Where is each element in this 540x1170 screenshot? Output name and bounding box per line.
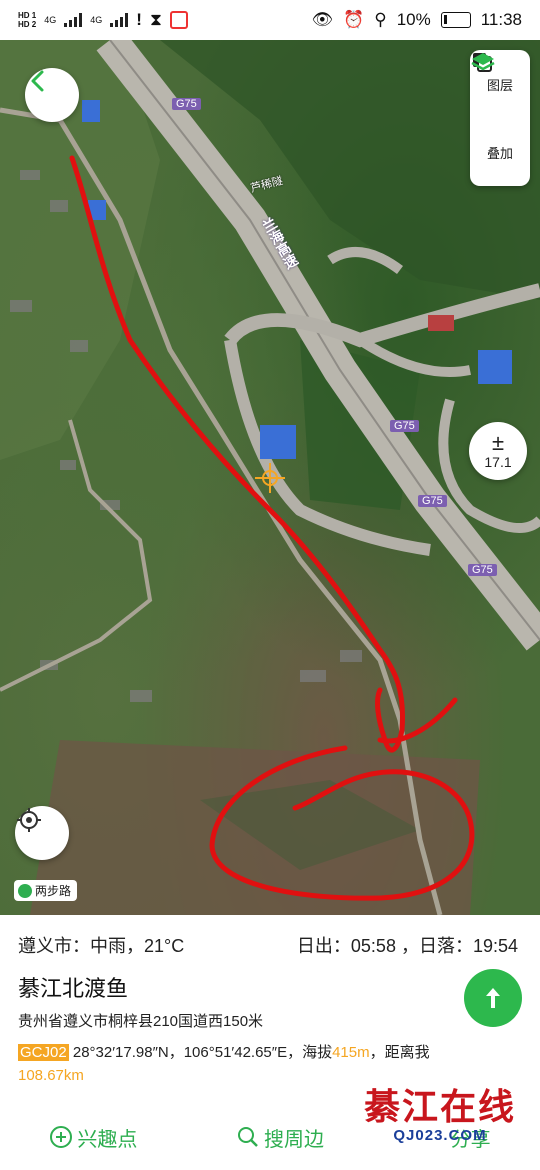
distance-prefix: ，距离我 — [369, 1044, 430, 1061]
status-bar: HD 1 HD 2 4G 4G ! ⧗ 👁 ⏰ ⚲ 10% 11:38 — [0, 0, 540, 40]
battery-icon — [440, 12, 471, 28]
layer-panel: 图层 叠加 — [470, 50, 530, 186]
locate-button[interactable] — [15, 806, 69, 860]
clock: 11:38 — [480, 10, 522, 29]
net2-label: 4G — [90, 15, 103, 25]
place-address: 贵州省遵义市桐梓县210国道西150米 — [18, 1013, 264, 1030]
sunrise-sunset-text: 日出：05:58 ，日落：19:54 — [296, 936, 518, 956]
place-title: 綦江北渡鱼 — [18, 976, 129, 1001]
signal-icon-2 — [110, 13, 129, 27]
zoom-button[interactable]: ± 17.1 — [469, 422, 527, 480]
plus-minus-icon: ± — [491, 430, 505, 455]
chevron-left-icon — [31, 70, 44, 92]
info-panel: 遵义市：中雨，21°C 日出：05:58 ，日落：19:54 綦江北渡鱼 贵州省… — [0, 915, 540, 1170]
watermark-url: QJ023.COM — [393, 1127, 487, 1144]
coordinates-text: 28°32′17.98″N，106°51′42.65″E，海拔 — [68, 1044, 333, 1061]
road-label-g75: G75 — [468, 564, 497, 576]
coord-system-badge: GCJ02 — [18, 1044, 69, 1061]
signal-icon — [64, 13, 83, 27]
location-icon: ⚲ — [374, 10, 387, 29]
overlay-label: 叠加 — [486, 145, 513, 161]
hd1-label: HD 1 — [18, 11, 37, 20]
hd-indicator: HD 1 HD 2 — [18, 11, 36, 29]
map-imagery — [0, 40, 540, 915]
overlay-button[interactable]: 叠加 — [471, 53, 513, 186]
battery-percent: 10% — [396, 10, 431, 29]
walk-logo-icon — [18, 883, 32, 898]
navigate-button[interactable] — [464, 969, 522, 1027]
hourglass-icon: ⧗ — [149, 10, 162, 29]
road-label-g75: G75 — [172, 98, 201, 110]
road-label-g75: G75 — [390, 420, 419, 432]
zoom-level: 17.1 — [484, 454, 512, 470]
stack-icon — [471, 53, 495, 71]
alert-icon: ! — [136, 10, 142, 29]
search-icon — [237, 1127, 258, 1147]
back-button[interactable] — [25, 68, 79, 122]
navigate-arrow-icon — [486, 988, 500, 1008]
poi-button[interactable]: 兴趣点 — [49, 1117, 137, 1157]
poi-label: 兴趣点 — [77, 1128, 138, 1151]
altitude-value: 415m — [332, 1044, 370, 1061]
app-notification-icon — [169, 11, 188, 29]
watermark-title: 綦江在线 — [363, 1086, 516, 1127]
eye-icon: 👁 — [311, 10, 334, 29]
search-nearby-label: 搜周边 — [263, 1128, 324, 1151]
net1-label: 4G — [44, 15, 57, 25]
layers-label: 图层 — [486, 77, 513, 93]
coordinates-line: GCJ02 28°32′17.98″N，106°51′42.65″E，海拔415… — [18, 1041, 498, 1087]
crosshair-icon — [17, 808, 41, 832]
weather-text: 遵义市：中雨，21°C — [18, 936, 185, 956]
site-watermark: 綦江在线 QJ023.COM — [363, 1086, 516, 1145]
search-nearby-button[interactable]: 搜周边 — [236, 1117, 324, 1157]
hd2-label: HD 2 — [18, 20, 37, 29]
add-circle-icon — [50, 1126, 73, 1148]
alarm-icon: ⏰ — [343, 10, 365, 29]
satellite-map[interactable]: G75 G75 G75 G75 兰海高速 芦稀隧 图层 叠加 ± 17.1 两步… — [0, 40, 540, 915]
walk-tag-label: 两步路 — [35, 884, 72, 898]
road-label-g75: G75 — [418, 495, 447, 507]
walk-app-tag: 两步路 — [14, 880, 78, 901]
distance-value: 108.67km — [18, 1067, 84, 1084]
